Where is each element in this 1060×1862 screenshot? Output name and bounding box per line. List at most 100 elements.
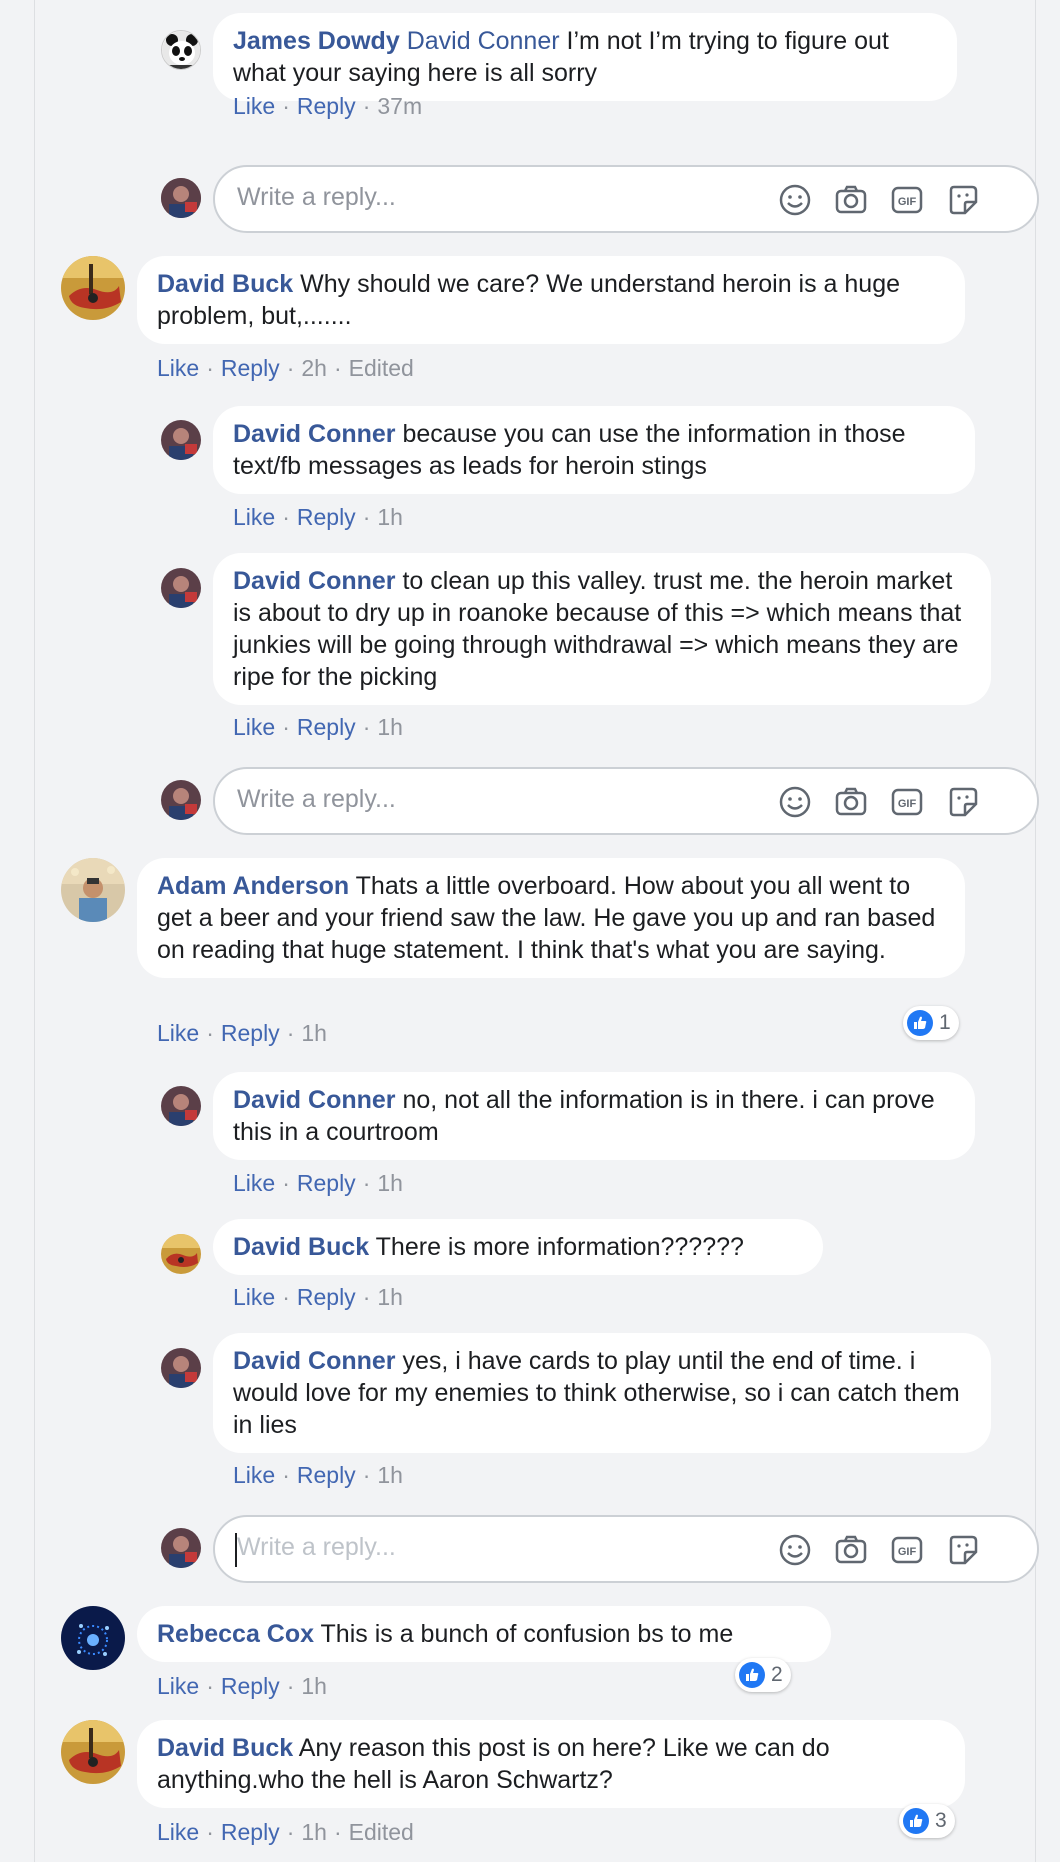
like-link[interactable]: Like xyxy=(157,1020,199,1046)
comment-author[interactable]: Rebecca Cox xyxy=(157,1620,314,1648)
timestamp[interactable]: 1h xyxy=(301,1673,327,1699)
reply-link[interactable]: Reply xyxy=(221,1020,280,1046)
comment-author[interactable]: Adam Anderson xyxy=(157,872,349,900)
reply-link[interactable]: Reply xyxy=(297,1284,356,1310)
timestamp[interactable]: 2h xyxy=(301,355,327,381)
person-avatar-icon xyxy=(61,858,125,922)
avatar-david-conner[interactable] xyxy=(161,1348,201,1388)
user-avatar-icon xyxy=(161,780,201,820)
avatar-david-conner[interactable] xyxy=(161,1086,201,1126)
timestamp[interactable]: 1h xyxy=(377,504,403,530)
timestamp[interactable]: 1h xyxy=(377,1462,403,1488)
reply-link[interactable]: Reply xyxy=(221,355,280,381)
avatar-james-dowdy[interactable] xyxy=(161,30,201,70)
comment-actions: Like · Reply · 1h xyxy=(233,1284,403,1310)
reply-input[interactable]: Write a reply... xyxy=(237,785,396,814)
guitar-avatar-icon xyxy=(61,1720,125,1784)
timestamp[interactable]: 1h xyxy=(377,1170,403,1196)
reaction-count[interactable]: 2 xyxy=(735,1658,791,1692)
user-avatar-icon xyxy=(161,1348,201,1388)
like-link[interactable]: Like xyxy=(233,714,275,740)
emoji-icon[interactable] xyxy=(777,1532,813,1568)
avatar-current-user xyxy=(161,1528,201,1568)
comment-actions: Like · Reply · 1h xyxy=(233,714,403,740)
emoji-icon[interactable] xyxy=(777,784,813,820)
timestamp[interactable]: 37m xyxy=(377,93,422,119)
reply-link[interactable]: Reply xyxy=(297,504,356,530)
comment-bubble: David Conner yes, i have cards to play u… xyxy=(213,1333,991,1453)
svg-text:GIF: GIF xyxy=(898,196,917,208)
like-link[interactable]: Like xyxy=(233,1284,275,1310)
gif-icon[interactable]: GIF xyxy=(889,1532,925,1568)
comment-text: This is a bunch of confusion bs to me xyxy=(314,1620,734,1648)
like-link[interactable]: Like xyxy=(157,1819,199,1845)
avatar-david-conner[interactable] xyxy=(161,568,201,608)
avatar-rebecca-cox[interactable] xyxy=(61,1606,125,1670)
timestamp[interactable]: 1h xyxy=(377,1284,403,1310)
gif-icon[interactable]: GIF xyxy=(889,182,925,218)
reply-link[interactable]: Reply xyxy=(221,1819,280,1845)
gif-icon[interactable]: GIF xyxy=(889,784,925,820)
reply-composer[interactable]: Write a reply... GIF xyxy=(213,1515,1039,1583)
comment-bubble: David Buck There is more information????… xyxy=(213,1219,823,1275)
sticker-icon[interactable] xyxy=(945,784,981,820)
comment-author[interactable]: David Buck xyxy=(157,1734,293,1762)
comment-actions: Like · Reply · 37m xyxy=(233,93,423,119)
like-link[interactable]: Like xyxy=(233,93,275,119)
comment-author[interactable]: David Conner xyxy=(233,1347,396,1375)
comment-author[interactable]: James Dowdy xyxy=(233,27,400,55)
reaction-count[interactable]: 1 xyxy=(903,1006,959,1040)
like-link[interactable]: Like xyxy=(157,1673,199,1699)
emoji-icon[interactable] xyxy=(777,182,813,218)
like-link[interactable]: Like xyxy=(157,355,199,381)
guitar-avatar-icon xyxy=(61,256,125,320)
user-avatar-icon xyxy=(161,1528,201,1568)
svg-text:GIF: GIF xyxy=(898,798,917,810)
reply-input[interactable]: Write a reply... xyxy=(237,183,396,212)
like-link[interactable]: Like xyxy=(233,504,275,530)
camera-icon[interactable] xyxy=(833,182,869,218)
thumbs-up-icon xyxy=(903,1808,929,1834)
panda-avatar-icon xyxy=(162,31,200,69)
reply-composer[interactable]: Write a reply... GIF xyxy=(213,165,1039,233)
avatar-david-buck[interactable] xyxy=(61,256,125,320)
avatar-david-buck[interactable] xyxy=(61,1720,125,1784)
mention-tag[interactable]: David Conner xyxy=(407,27,560,55)
comment-bubble: David Conner to clean up this valley. tr… xyxy=(213,553,991,705)
user-avatar-icon xyxy=(161,1086,201,1126)
reply-link[interactable]: Reply xyxy=(297,93,356,119)
comment-author[interactable]: David Buck xyxy=(157,270,293,298)
sticker-icon[interactable] xyxy=(945,1532,981,1568)
reply-input[interactable]: Write a reply... xyxy=(237,1533,396,1562)
avatar-adam-anderson[interactable] xyxy=(61,858,125,922)
comment-bubble: David Conner because you can use the inf… xyxy=(213,406,975,494)
fireworks-avatar-icon xyxy=(61,1606,125,1670)
edited-label[interactable]: Edited xyxy=(349,355,414,381)
reply-link[interactable]: Reply xyxy=(221,1673,280,1699)
sticker-icon[interactable] xyxy=(945,182,981,218)
comment-bubble: David Conner no, not all the information… xyxy=(213,1072,975,1160)
edited-label[interactable]: Edited xyxy=(349,1819,414,1845)
timestamp[interactable]: 1h xyxy=(301,1819,327,1845)
like-link[interactable]: Like xyxy=(233,1170,275,1196)
user-avatar-icon xyxy=(161,568,201,608)
comment-author[interactable]: David Buck xyxy=(233,1233,369,1261)
comment-author[interactable]: David Conner xyxy=(233,567,396,595)
like-link[interactable]: Like xyxy=(233,1462,275,1488)
reaction-number: 1 xyxy=(939,1011,951,1034)
comment-bubble: David Buck Any reason this post is on he… xyxy=(137,1720,965,1808)
camera-icon[interactable] xyxy=(833,784,869,820)
avatar-david-conner[interactable] xyxy=(161,420,201,460)
camera-icon[interactable] xyxy=(833,1532,869,1568)
timestamp[interactable]: 1h xyxy=(377,714,403,740)
comment-actions: Like · Reply · 1h xyxy=(233,504,403,530)
comment-author[interactable]: David Conner xyxy=(233,420,396,448)
comment-author[interactable]: David Conner xyxy=(233,1086,396,1114)
reply-link[interactable]: Reply xyxy=(297,714,356,740)
reaction-count[interactable]: 3 xyxy=(899,1804,955,1838)
timestamp[interactable]: 1h xyxy=(301,1020,327,1046)
reply-link[interactable]: Reply xyxy=(297,1462,356,1488)
reply-link[interactable]: Reply xyxy=(297,1170,356,1196)
avatar-david-buck[interactable] xyxy=(161,1234,201,1274)
reply-composer[interactable]: Write a reply... GIF xyxy=(213,767,1039,835)
